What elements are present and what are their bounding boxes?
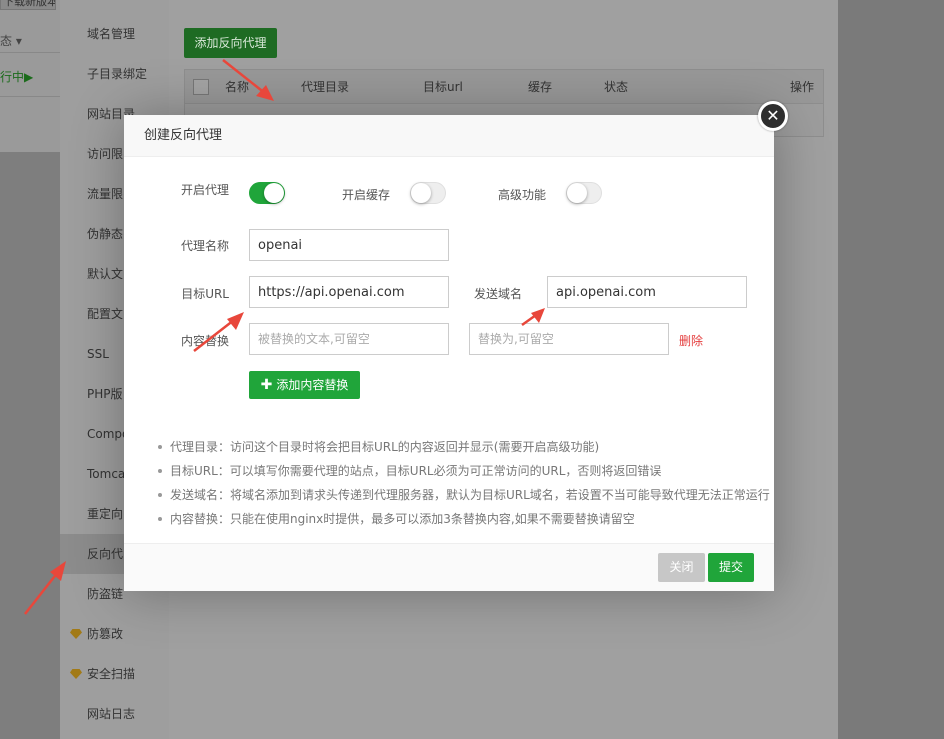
target-url-input[interactable] xyxy=(249,276,449,308)
close-button[interactable]: 关闭 xyxy=(658,553,705,582)
delete-replace-link[interactable]: 删除 xyxy=(679,332,703,349)
sidebar-item-subdir[interactable]: 子目录绑定 xyxy=(60,54,169,94)
outer-right-overlay xyxy=(838,0,944,739)
enable-cache-label: 开启缓存 xyxy=(341,188,390,202)
plus-icon: ✚ xyxy=(260,377,273,393)
column-header-actions: 操作 xyxy=(790,80,815,94)
gem-icon xyxy=(70,669,82,679)
sidebar-item-label: 安全扫描 xyxy=(87,667,136,681)
add-reverse-proxy-button[interactable]: 添加反向代理 xyxy=(184,28,277,58)
column-header-status: 状态 xyxy=(604,80,629,94)
sidebar-item-label: 防篡改 xyxy=(87,627,124,641)
column-header-proxy-dir: 代理目录 xyxy=(301,80,350,94)
tip-item: 内容替换：只能在使用nginx时提供，最多可以添加3条替换内容,如果不需要替换请… xyxy=(156,509,766,533)
submit-button[interactable]: 提交 xyxy=(708,553,754,582)
column-header-target-url: 目标url xyxy=(423,80,463,94)
toggle-knob xyxy=(264,183,284,203)
partial-download-button[interactable]: 下载新版本 xyxy=(0,0,56,10)
outer-left-lower xyxy=(0,152,60,739)
dialog-title: 创建反向代理 xyxy=(124,115,774,157)
enable-cache-toggle[interactable] xyxy=(410,182,446,204)
partial-running-label: 行中 xyxy=(0,70,25,84)
partial-status-label: 态 xyxy=(0,34,13,48)
sidebar-item-domain[interactable]: 域名管理 xyxy=(60,14,169,54)
help-tips: 代理目录：访问这个目录时将会把目标URL的内容返回并显示(需要开启高级功能) 目… xyxy=(156,437,770,533)
proxy-name-label: 代理名称 xyxy=(180,239,229,253)
tip-item: 目标URL：可以填写你需要代理的站点，目标URL必须为可正常访问的URL，否则将… xyxy=(156,461,766,485)
add-content-replace-label: 添加内容替换 xyxy=(276,378,349,392)
tip-item: 发送域名：将域名添加到请求头传递到代理服务器，默认为目标URL域名，若设置不当可… xyxy=(156,485,770,509)
send-domain-input[interactable] xyxy=(547,276,747,308)
target-url-label: 目标URL xyxy=(181,287,229,301)
column-header-name: 名称 xyxy=(225,80,250,94)
send-domain-label: 发送域名 xyxy=(473,287,522,301)
advanced-label: 高级功能 xyxy=(497,188,546,202)
content-replace-label: 内容替换 xyxy=(180,334,229,348)
toggle-knob xyxy=(567,183,587,203)
toggle-knob xyxy=(411,183,431,203)
sidebar-item-site-log[interactable]: 网站日志 xyxy=(60,694,169,734)
divider xyxy=(0,52,60,53)
replace-target-input[interactable] xyxy=(469,323,669,355)
tip-item: 代理目录：访问这个目录时将会把目标URL的内容返回并显示(需要开启高级功能) xyxy=(156,437,766,461)
outer-left-column: 下载新版本 态 ▾ 行中▶ xyxy=(0,0,60,739)
replace-source-input[interactable] xyxy=(249,323,449,355)
dialog-footer: 关闭 提交 xyxy=(124,543,774,591)
gem-icon xyxy=(70,629,82,639)
enable-proxy-toggle[interactable] xyxy=(249,182,285,204)
close-icon[interactable]: ✕ xyxy=(758,101,788,131)
sidebar-item-tamper-proof[interactable]: 防篡改 xyxy=(60,614,169,654)
add-content-replace-button[interactable]: ✚ 添加内容替换 xyxy=(249,371,360,399)
play-icon: ▶ xyxy=(24,70,34,84)
partial-status-filter[interactable]: 态 ▾ xyxy=(0,32,22,49)
advanced-toggle[interactable] xyxy=(566,182,602,204)
select-all-checkbox[interactable] xyxy=(193,79,209,95)
enable-proxy-label: 开启代理 xyxy=(180,183,229,197)
column-header-cache: 缓存 xyxy=(528,80,553,94)
partial-running-status[interactable]: 行中▶ xyxy=(0,68,33,85)
divider xyxy=(0,96,60,97)
proxy-table-header: 名称 代理目录 目标url 缓存 状态 操作 xyxy=(185,70,823,104)
create-reverse-proxy-dialog: 创建反向代理 ✕ 开启代理 开启缓存 高级功能 代理名称 目标URL 发送域名 … xyxy=(124,101,788,591)
proxy-name-input[interactable] xyxy=(249,229,449,261)
sidebar-item-security-scan[interactable]: 安全扫描 xyxy=(60,654,169,694)
chevron-down-icon: ▾ xyxy=(15,34,22,48)
